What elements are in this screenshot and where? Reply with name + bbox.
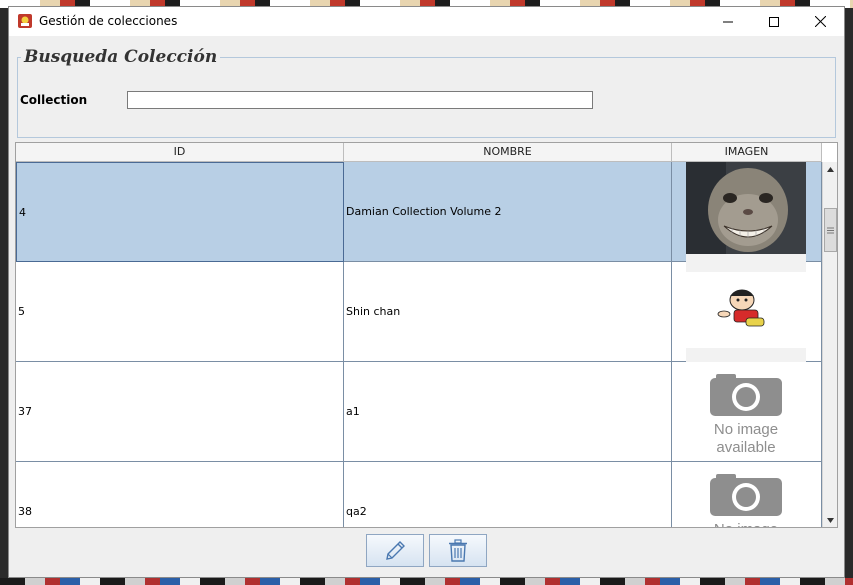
no-image-placeholder: No image available	[686, 362, 806, 462]
cell-imagen[interactable]: No image available	[672, 462, 822, 528]
cell-id-text: 37	[18, 405, 32, 418]
column-header-nombre[interactable]: NOMBRE	[344, 143, 672, 162]
delete-button[interactable]	[429, 534, 487, 567]
cell-nombre-text: Damian Collection Volume 2	[346, 205, 502, 218]
cell-nombre-text: a1	[346, 405, 360, 418]
column-header-id[interactable]: ID	[16, 143, 344, 162]
arrow-down-icon	[827, 518, 834, 523]
cell-imagen[interactable]	[672, 162, 822, 262]
edit-button[interactable]	[366, 534, 424, 567]
grip-icon	[827, 227, 834, 233]
cell-nombre[interactable]: a1	[344, 362, 672, 462]
cell-id[interactable]: 38	[16, 462, 344, 527]
cell-nombre[interactable]: Shin chan	[344, 262, 672, 362]
table-header: ID NOMBRE IMAGEN	[16, 143, 822, 162]
cat-photo-image	[686, 162, 806, 262]
cell-nombre[interactable]: Damian Collection Volume 2	[344, 162, 672, 262]
trash-icon	[449, 538, 467, 562]
table-row[interactable]: 37 a1 No image available	[16, 362, 822, 462]
cell-id-text: 5	[18, 305, 25, 318]
minimize-icon	[723, 21, 733, 22]
desktop-background-bottom	[0, 578, 853, 585]
column-header-imagen[interactable]: IMAGEN	[672, 143, 822, 162]
pencil-icon	[386, 540, 405, 560]
cell-imagen[interactable]	[672, 262, 822, 362]
table-row[interactable]: 38 qa2 No image available	[16, 462, 822, 528]
scroll-down-button[interactable]	[823, 513, 837, 527]
camera-icon: No image available	[710, 474, 782, 528]
table-row[interactable]: 4 Damian Collection Volume 2	[16, 162, 822, 262]
minimize-button[interactable]	[705, 7, 751, 36]
cell-id-text: 4	[19, 206, 26, 219]
camera-icon: No image available	[710, 374, 782, 456]
cell-nombre-text: Shin chan	[346, 305, 401, 318]
no-image-text-line2: available	[716, 439, 775, 456]
cell-id[interactable]: 4	[16, 162, 344, 262]
close-icon	[814, 16, 826, 27]
collection-search-input[interactable]	[127, 91, 593, 109]
collections-table: ID NOMBRE IMAGEN 4 Damian Collection Vol…	[15, 142, 838, 528]
collections-window: Gestión de colecciones Busqueda Colecció…	[8, 6, 845, 578]
no-image-text-line1: No image	[714, 421, 778, 438]
vertical-scrollbar[interactable]	[822, 162, 837, 527]
cell-id[interactable]: 37	[16, 362, 344, 462]
cell-imagen[interactable]: No image available	[672, 362, 822, 462]
scroll-up-button[interactable]	[823, 162, 837, 177]
search-panel-title: Busqueda Colección	[21, 47, 221, 67]
app-icon	[18, 14, 32, 28]
no-image-text-line1: No image	[714, 521, 778, 528]
window-title: Gestión de colecciones	[39, 14, 178, 28]
cell-id-text: 38	[18, 505, 32, 518]
maximize-button[interactable]	[751, 7, 797, 36]
cell-nombre-text: qa2	[346, 505, 367, 518]
close-button[interactable]	[797, 7, 843, 36]
maximize-icon	[769, 16, 779, 27]
cell-id[interactable]: 5	[16, 262, 344, 362]
no-image-placeholder: No image available	[686, 462, 806, 528]
scroll-thumb[interactable]	[824, 208, 837, 252]
arrow-up-icon	[827, 167, 834, 172]
shin-chan-image	[686, 262, 806, 362]
collection-label: Collection	[20, 93, 88, 107]
cell-nombre[interactable]: qa2	[344, 462, 672, 527]
title-bar[interactable]: Gestión de colecciones	[9, 7, 844, 36]
table-row[interactable]: 5 Shin chan	[16, 262, 822, 362]
